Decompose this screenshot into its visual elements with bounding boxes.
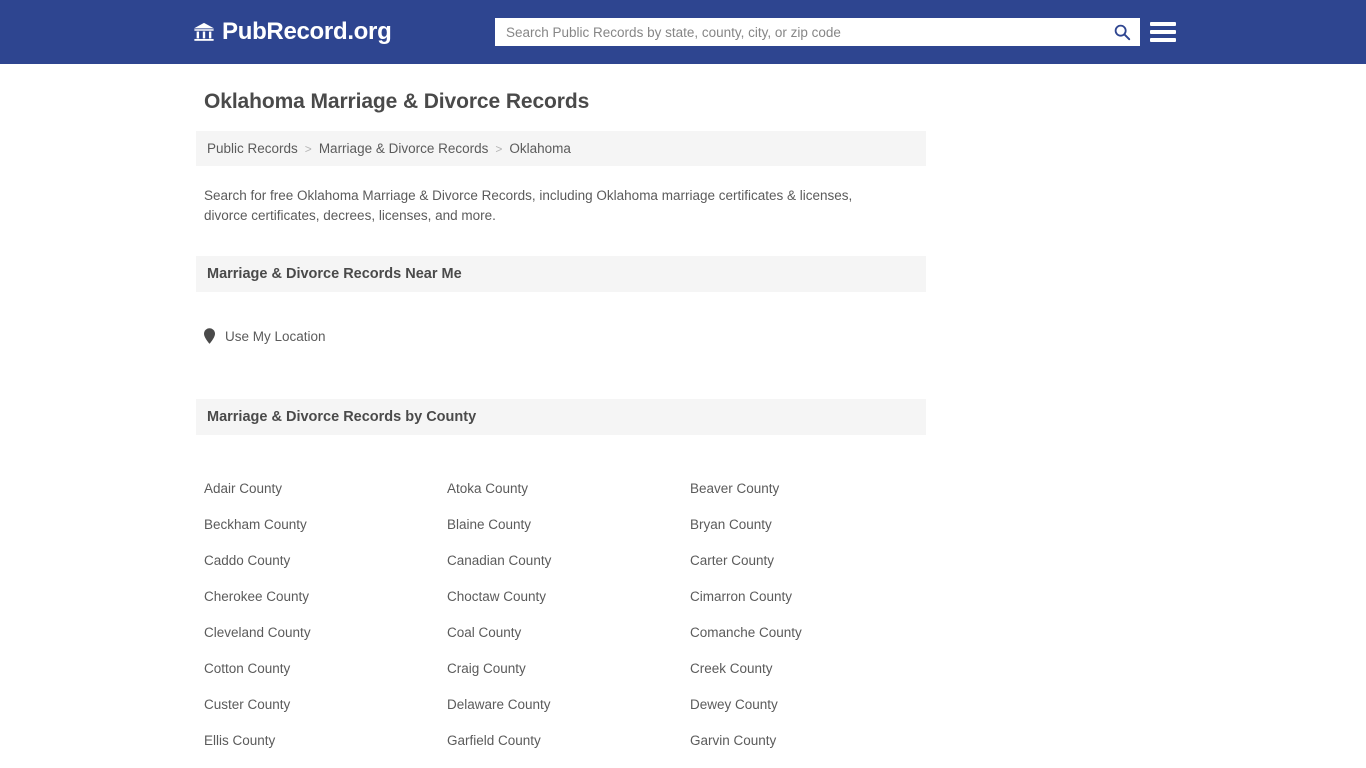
section-heading-by-county: Marriage & Divorce Records by County	[196, 399, 926, 436]
county-link[interactable]: Creek County	[690, 651, 933, 687]
breadcrumb-item-public-records[interactable]: Public Records	[207, 141, 298, 156]
county-link[interactable]: Beckham County	[204, 507, 447, 543]
breadcrumb-item-oklahoma[interactable]: Oklahoma	[509, 141, 571, 156]
site-header: PubRecord.org	[0, 0, 1366, 64]
hamburger-menu-button[interactable]	[1150, 19, 1176, 45]
site-logo-link[interactable]: PubRecord.org	[193, 18, 392, 46]
breadcrumb-separator-1: >	[304, 141, 312, 156]
county-link[interactable]: Beaver County	[690, 471, 933, 507]
county-link[interactable]: Ellis County	[204, 723, 447, 759]
search-submit-button[interactable]	[1105, 19, 1139, 45]
county-link[interactable]: Bryan County	[690, 507, 933, 543]
county-link[interactable]: Garfield County	[447, 723, 690, 759]
county-link[interactable]: Grady County	[204, 759, 447, 768]
page-description: Search for free Oklahoma Marriage & Divo…	[204, 188, 853, 223]
breadcrumb: Public Records > Marriage & Divorce Reco…	[196, 131, 926, 166]
page-title: Oklahoma Marriage & Divorce Records	[204, 90, 590, 113]
hamburger-menu-icon-bar-2	[1150, 30, 1176, 34]
county-link[interactable]: Delaware County	[447, 687, 690, 723]
hamburger-menu-icon-bar-3	[1150, 38, 1176, 42]
near-me-section: Use My Location	[196, 304, 926, 369]
county-link[interactable]: Adair County	[204, 471, 447, 507]
use-my-location-link[interactable]: Use My Location	[204, 328, 326, 344]
county-link[interactable]: Cherokee County	[204, 579, 447, 615]
county-link[interactable]: Cimarron County	[690, 579, 933, 615]
map-pin-icon	[204, 328, 215, 344]
section-heading-near-me: Marriage & Divorce Records Near Me	[196, 256, 926, 292]
hamburger-menu-icon-bar-1	[1150, 22, 1176, 26]
county-link[interactable]: Blaine County	[447, 507, 690, 543]
county-link[interactable]: Comanche County	[690, 615, 933, 651]
bank-building-icon	[193, 21, 215, 43]
county-link[interactable]: Greer County	[690, 759, 933, 768]
county-link[interactable]: Craig County	[447, 651, 690, 687]
county-link[interactable]: Cotton County	[204, 651, 447, 687]
county-link[interactable]: Grant County	[447, 759, 690, 768]
county-link[interactable]: Cleveland County	[204, 615, 447, 651]
county-link[interactable]: Caddo County	[204, 543, 447, 579]
county-link[interactable]: Atoka County	[447, 471, 690, 507]
county-link[interactable]: Dewey County	[690, 687, 933, 723]
site-logo-text: PubRecord.org	[222, 18, 392, 45]
county-link[interactable]: Custer County	[204, 687, 447, 723]
use-my-location-label: Use My Location	[225, 328, 326, 344]
county-link[interactable]: Choctaw County	[447, 579, 690, 615]
search-bar	[495, 18, 1140, 46]
county-list: Adair County Atoka County Beaver County …	[196, 447, 926, 768]
county-link[interactable]: Canadian County	[447, 543, 690, 579]
county-link[interactable]: Carter County	[690, 543, 933, 579]
main-content: Oklahoma Marriage & Divorce Records Publ…	[0, 64, 1366, 768]
county-link[interactable]: Garvin County	[690, 723, 933, 759]
search-input[interactable]	[496, 19, 1105, 45]
breadcrumb-separator-2: >	[495, 141, 503, 156]
county-link[interactable]: Coal County	[447, 615, 690, 651]
breadcrumb-item-marriage-divorce-records[interactable]: Marriage & Divorce Records	[319, 141, 489, 156]
search-icon	[1113, 23, 1131, 41]
